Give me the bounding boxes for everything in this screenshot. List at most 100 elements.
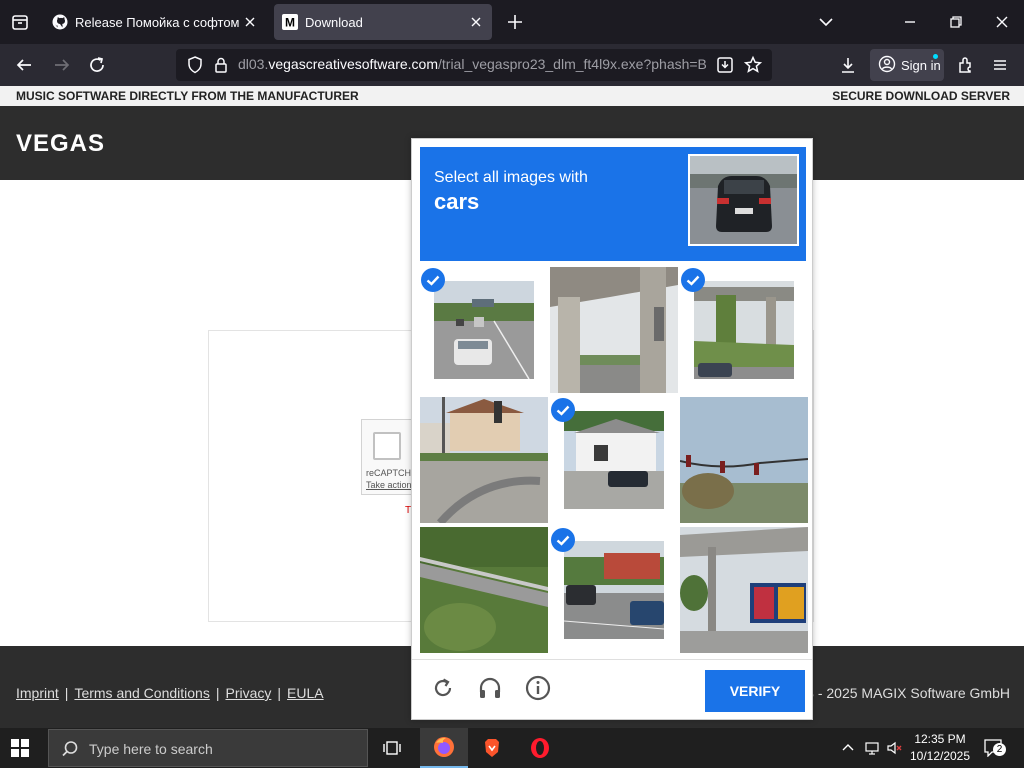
url-host: vegascreativesoftware.com: [268, 56, 438, 72]
terms-link[interactable]: Terms and Conditions: [74, 685, 209, 701]
info-icon[interactable]: [524, 674, 552, 702]
top-strip: MUSIC SOFTWARE DIRECTLY FROM THE MANUFAC…: [0, 86, 1024, 106]
reload-challenge-icon[interactable]: [429, 674, 457, 702]
challenge-target: cars: [434, 189, 480, 214]
tile-image: [420, 527, 548, 653]
tile-image: [680, 527, 808, 653]
minimize-icon[interactable]: [898, 10, 922, 34]
network-icon[interactable]: [864, 740, 880, 756]
audio-challenge-icon[interactable]: [476, 674, 504, 702]
imprint-link[interactable]: Imprint: [16, 685, 59, 701]
tab-title: Release Помойка с софтом · E2: [75, 14, 242, 30]
github-icon: [52, 14, 68, 30]
captcha-tile[interactable]: [550, 267, 678, 393]
privacy-link[interactable]: Privacy: [225, 685, 271, 701]
captcha-tile[interactable]: [420, 267, 548, 393]
extensions-icon[interactable]: [953, 53, 977, 77]
taskbar-search-box[interactable]: Type here to search: [48, 729, 368, 767]
search-placeholder: Type here to search: [89, 741, 213, 757]
recaptcha-challenge: Select all images with cars VERIFY: [411, 138, 813, 720]
tile-image: [564, 541, 664, 639]
address-bar[interactable]: dl03.vegascreativesoftware.com/trial_veg…: [176, 49, 772, 81]
tab-list-icon[interactable]: [8, 10, 32, 34]
brave-icon[interactable]: [468, 728, 516, 768]
tile-image: [694, 281, 794, 379]
opera-icon[interactable]: [516, 728, 564, 768]
volume-muted-icon[interactable]: [886, 740, 902, 756]
sign-in-label: Sign in: [901, 57, 941, 73]
link-separator: |: [277, 685, 282, 701]
m-logo-icon: M: [282, 14, 298, 30]
tile-image: [434, 281, 534, 379]
selected-check-icon: [551, 398, 575, 422]
sign-in-button[interactable]: Sign in: [870, 49, 944, 81]
tile-image: [550, 267, 678, 393]
captcha-tile[interactable]: [680, 397, 808, 523]
menu-icon[interactable]: [988, 53, 1012, 77]
tab-download[interactable]: M Download: [274, 4, 492, 40]
notifications-icon[interactable]: 2: [984, 739, 1006, 758]
captcha-tile[interactable]: [420, 397, 548, 523]
selected-check-icon: [681, 268, 705, 292]
bookmark-star-icon[interactable]: [742, 54, 764, 81]
search-icon: [61, 740, 79, 761]
task-view-icon[interactable]: [368, 728, 416, 768]
url-path: /trial_vegaspro23_dlm_ft4l9x.exe?phash=B…: [438, 56, 706, 72]
restore-icon[interactable]: [944, 10, 968, 34]
challenge-header: Select all images with cars: [420, 147, 806, 261]
firefox-icon[interactable]: [420, 728, 468, 768]
clock-date: 10/12/2025: [909, 749, 971, 763]
tile-image: [680, 397, 808, 523]
tab-title: Download: [305, 14, 363, 30]
tile-image: [420, 397, 548, 523]
eula-link[interactable]: EULA: [287, 685, 324, 701]
recaptcha-label: reCAPTCHA: [366, 468, 418, 478]
lock-icon[interactable]: [210, 54, 232, 81]
navigation-bar: dl03.vegascreativesoftware.com/trial_veg…: [0, 44, 1024, 86]
new-tab-icon[interactable]: [503, 10, 527, 34]
close-tab-icon[interactable]: [468, 14, 484, 30]
challenge-footer: VERIFY: [412, 659, 812, 720]
shield-icon[interactable]: [184, 54, 206, 81]
recaptcha-link[interactable]: Take action: [366, 480, 412, 490]
tab-release[interactable]: Release Помойка с софтом · E2: [44, 4, 266, 40]
list-all-tabs-icon[interactable]: [814, 10, 838, 34]
captcha-tile[interactable]: [680, 267, 808, 393]
verify-button[interactable]: VERIFY: [705, 670, 805, 712]
reload-icon[interactable]: [85, 53, 109, 77]
captcha-tile[interactable]: [420, 527, 548, 653]
notification-count: 2: [993, 743, 1006, 756]
url-text[interactable]: dl03.vegascreativesoftware.com/trial_veg…: [238, 56, 706, 72]
url-prefix: dl03.: [238, 56, 269, 72]
challenge-instruction: Select all images with: [434, 169, 588, 186]
close-tab-icon[interactable]: [242, 14, 258, 30]
selected-check-icon: [421, 268, 445, 292]
forward-icon[interactable]: [50, 53, 74, 77]
captcha-tile[interactable]: [680, 527, 808, 653]
secure-server-label: SECURE DOWNLOAD SERVER: [832, 89, 1010, 103]
selected-check-icon: [551, 528, 575, 552]
sample-car-image: [688, 154, 799, 246]
link-separator: |: [215, 685, 220, 701]
copyright: 3 - 2025 MAGIX Software GmbH: [806, 685, 1010, 701]
captcha-tile[interactable]: [550, 397, 678, 523]
close-window-icon[interactable]: [990, 10, 1014, 34]
downloads-icon[interactable]: [836, 53, 860, 77]
taskbar: Type here to search 12:35 PM 10/12/2025 …: [0, 728, 1024, 768]
captcha-tile[interactable]: [550, 527, 678, 653]
svg-text:M: M: [285, 16, 295, 30]
vegas-logo[interactable]: VEGAS: [16, 130, 105, 158]
recaptcha-checkbox[interactable]: [373, 432, 401, 460]
tray-chevron-up-icon[interactable]: [840, 740, 856, 756]
footer-links: Imprint | Terms and Conditions | Privacy…: [16, 685, 324, 701]
tile-image: [564, 411, 664, 509]
clock-time: 12:35 PM: [914, 732, 966, 746]
taskbar-clock[interactable]: 12:35 PM 10/12/2025: [904, 731, 976, 765]
account-icon: [878, 55, 896, 76]
windows-start-icon[interactable]: [10, 738, 30, 758]
tagline: MUSIC SOFTWARE DIRECTLY FROM THE MANUFAC…: [16, 89, 359, 103]
notification-dot: [933, 54, 938, 59]
back-icon[interactable]: [12, 53, 36, 77]
reader-download-icon[interactable]: [714, 54, 736, 81]
link-separator: |: [64, 685, 69, 701]
